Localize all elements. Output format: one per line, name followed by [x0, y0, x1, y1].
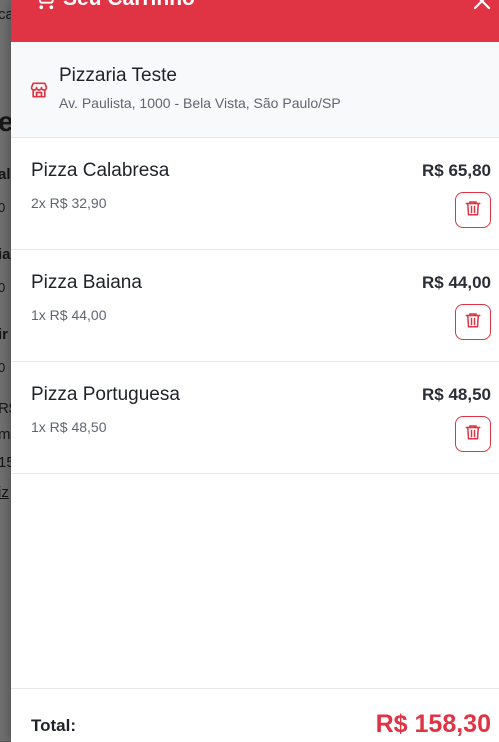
item-name: Pizza Baiana	[31, 272, 142, 293]
item-price: R$ 44,00	[422, 273, 491, 292]
drawer-title-text: Seu Carrinho	[63, 0, 195, 11]
trash-icon	[464, 311, 482, 334]
total-label: Total:	[31, 716, 77, 735]
remove-item-button[interactable]	[455, 304, 491, 340]
store-info: Pizzaria Teste Av. Paulista, 1000 - Bela…	[11, 42, 499, 138]
item-price: R$ 65,80	[422, 161, 491, 180]
item-quantity: 1x R$ 48,50	[31, 419, 107, 435]
item-quantity: 1x R$ 44,00	[31, 307, 107, 323]
cart-footer: Total: R$ 158,30	[11, 688, 499, 742]
drawer-title: Seu Carrinho	[33, 0, 195, 11]
cart-item: Pizza Calabresa 2x R$ 32,90 R$ 65,80	[11, 138, 499, 250]
close-button[interactable]	[469, 0, 495, 16]
shopping-cart-icon	[33, 0, 55, 10]
store-address: Av. Paulista, 1000 - Bela Vista, São Pau…	[59, 95, 341, 111]
store-name: Pizzaria Teste	[59, 65, 177, 86]
storefront-icon	[29, 80, 49, 105]
item-quantity: 2x R$ 32,90	[31, 195, 107, 211]
cart-item: Pizza Baiana 1x R$ 44,00 R$ 44,00	[11, 250, 499, 362]
remove-item-button[interactable]	[455, 192, 491, 228]
trash-icon	[464, 199, 482, 222]
item-price: R$ 48,50	[422, 385, 491, 404]
item-name: Pizza Calabresa	[31, 160, 170, 181]
remove-item-button[interactable]	[455, 416, 491, 452]
cart-item: Pizza Portuguesa 1x R$ 48,50 R$ 48,50	[11, 362, 499, 474]
cart-drawer: Seu Carrinho Pizzaria Teste Av. Paulista…	[11, 0, 499, 742]
trash-icon	[464, 423, 482, 446]
close-icon	[472, 0, 492, 16]
item-name: Pizza Portuguesa	[31, 384, 180, 405]
total-value: R$ 158,30	[375, 710, 491, 738]
drawer-header: Seu Carrinho	[11, 0, 499, 42]
